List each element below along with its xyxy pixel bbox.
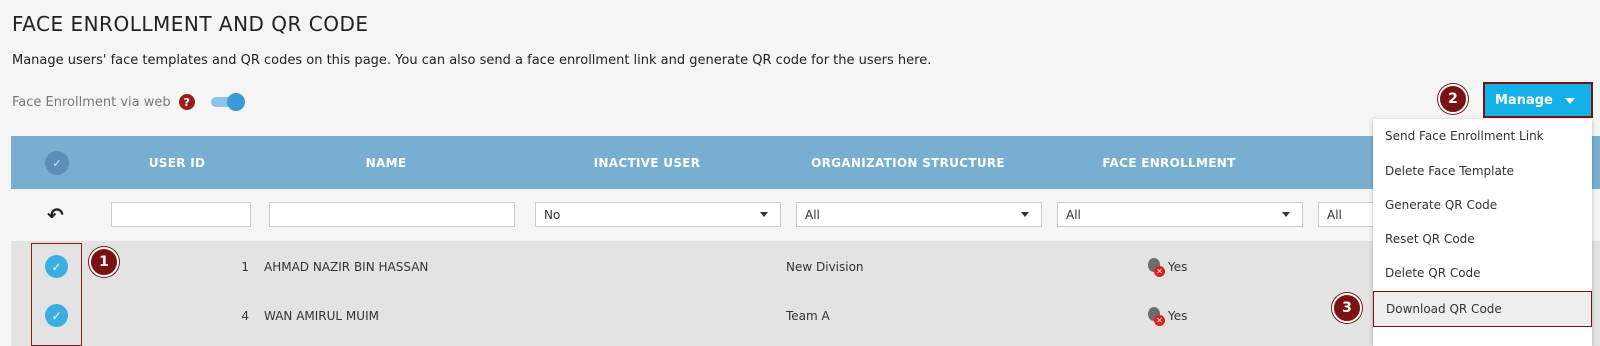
column-header-user-id[interactable]: USER ID (107, 136, 247, 189)
inactive-user-filter-value: No (544, 207, 561, 222)
column-header-name[interactable]: NAME (263, 136, 509, 189)
inactive-user-filter-select[interactable]: No (535, 202, 781, 227)
callout-marker-2: 2 (1438, 84, 1468, 114)
user-id-cell: 1 (241, 259, 249, 274)
chevron-down-icon (760, 212, 768, 217)
face-enrollment-web-label: Face Enrollment via web (12, 94, 171, 110)
callout-marker-3: 3 (1332, 293, 1362, 323)
face-enrollment-value: Yes (1168, 309, 1188, 323)
extra-filter-value: All (1327, 207, 1342, 222)
page-title: FACE ENROLLMENT AND QR CODE (12, 12, 369, 36)
name-cell: AHMAD NAZIR BIN HASSAN (264, 259, 429, 274)
select-all-checkbox[interactable]: ✓ (45, 151, 69, 175)
face-enrollment-cell: ✕ Yes (1146, 292, 1187, 340)
column-header-organization-structure[interactable]: ORGANIZATION STRUCTURE (785, 136, 1031, 189)
chevron-down-icon (1565, 98, 1575, 104)
organization-cell: Team A (786, 309, 830, 323)
table-row[interactable]: ✓ 1 AHMAD NAZIR BIN HASSAN New Division … (11, 241, 1600, 292)
user-id-cell: 4 (241, 309, 249, 323)
reset-filters-icon[interactable]: ↶ (47, 203, 64, 227)
user-id-filter-input[interactable] (111, 202, 251, 227)
manage-button-label: Manage (1495, 92, 1553, 108)
callout-marker-1: 1 (89, 247, 119, 277)
face-enrollment-web-setting: Face Enrollment via web ? (12, 93, 245, 111)
name-cell: WAN AMIRUL MUIM (264, 309, 379, 323)
table-header: ✓ USER ID NAME INACTIVE USER ORGANIZATIO… (11, 136, 1600, 189)
help-icon[interactable]: ? (178, 94, 195, 110)
chevron-down-icon (1021, 212, 1029, 217)
checkbox-highlight-box (31, 243, 82, 346)
menu-item-reset-qr-code[interactable]: Reset QR Code (1373, 222, 1592, 256)
chevron-down-icon (1282, 212, 1290, 217)
face-enrollment-web-toggle[interactable] (210, 93, 245, 111)
menu-item-delete-qr-code[interactable]: Delete QR Code (1373, 256, 1592, 290)
name-filter-input[interactable] (269, 202, 515, 227)
face-enrollment-value: Yes (1168, 259, 1188, 274)
filter-row: ↶ No All All All (11, 189, 1600, 241)
menu-item-send-face-enrollment-link[interactable]: Send Face Enrollment Link (1373, 119, 1592, 153)
page-description: Manage users' face templates and QR code… (12, 53, 932, 68)
menu-item-generate-qr-code[interactable]: Generate QR Code (1373, 188, 1592, 222)
manage-dropdown-menu: Send Face Enrollment Link Delete Face Te… (1373, 119, 1592, 346)
extra-filter-select[interactable]: All (1318, 202, 1378, 227)
menu-item-delete-face-template[interactable]: Delete Face Template (1373, 154, 1592, 188)
organization-filter-value: All (805, 207, 820, 222)
toggle-knob (226, 93, 245, 111)
manage-button[interactable]: Manage (1483, 82, 1593, 118)
column-header-face-enrollment[interactable]: FACE ENROLLMENT (1046, 136, 1292, 189)
menu-item-download-qr-code[interactable]: Download QR Code (1373, 291, 1592, 327)
face-status-icon: ✕ (1146, 307, 1165, 326)
face-enrollment-cell: ✕ Yes (1146, 241, 1187, 292)
face-enrollment-filter-select[interactable]: All (1057, 202, 1303, 227)
table-row[interactable]: ✓ 4 WAN AMIRUL MUIM Team A ✕ Yes (11, 292, 1600, 346)
face-status-icon: ✕ (1146, 257, 1165, 277)
column-header-inactive-user[interactable]: INACTIVE USER (524, 136, 770, 189)
organization-filter-select[interactable]: All (796, 202, 1042, 227)
face-enrollment-filter-value: All (1066, 207, 1081, 222)
organization-cell: New Division (786, 259, 864, 274)
